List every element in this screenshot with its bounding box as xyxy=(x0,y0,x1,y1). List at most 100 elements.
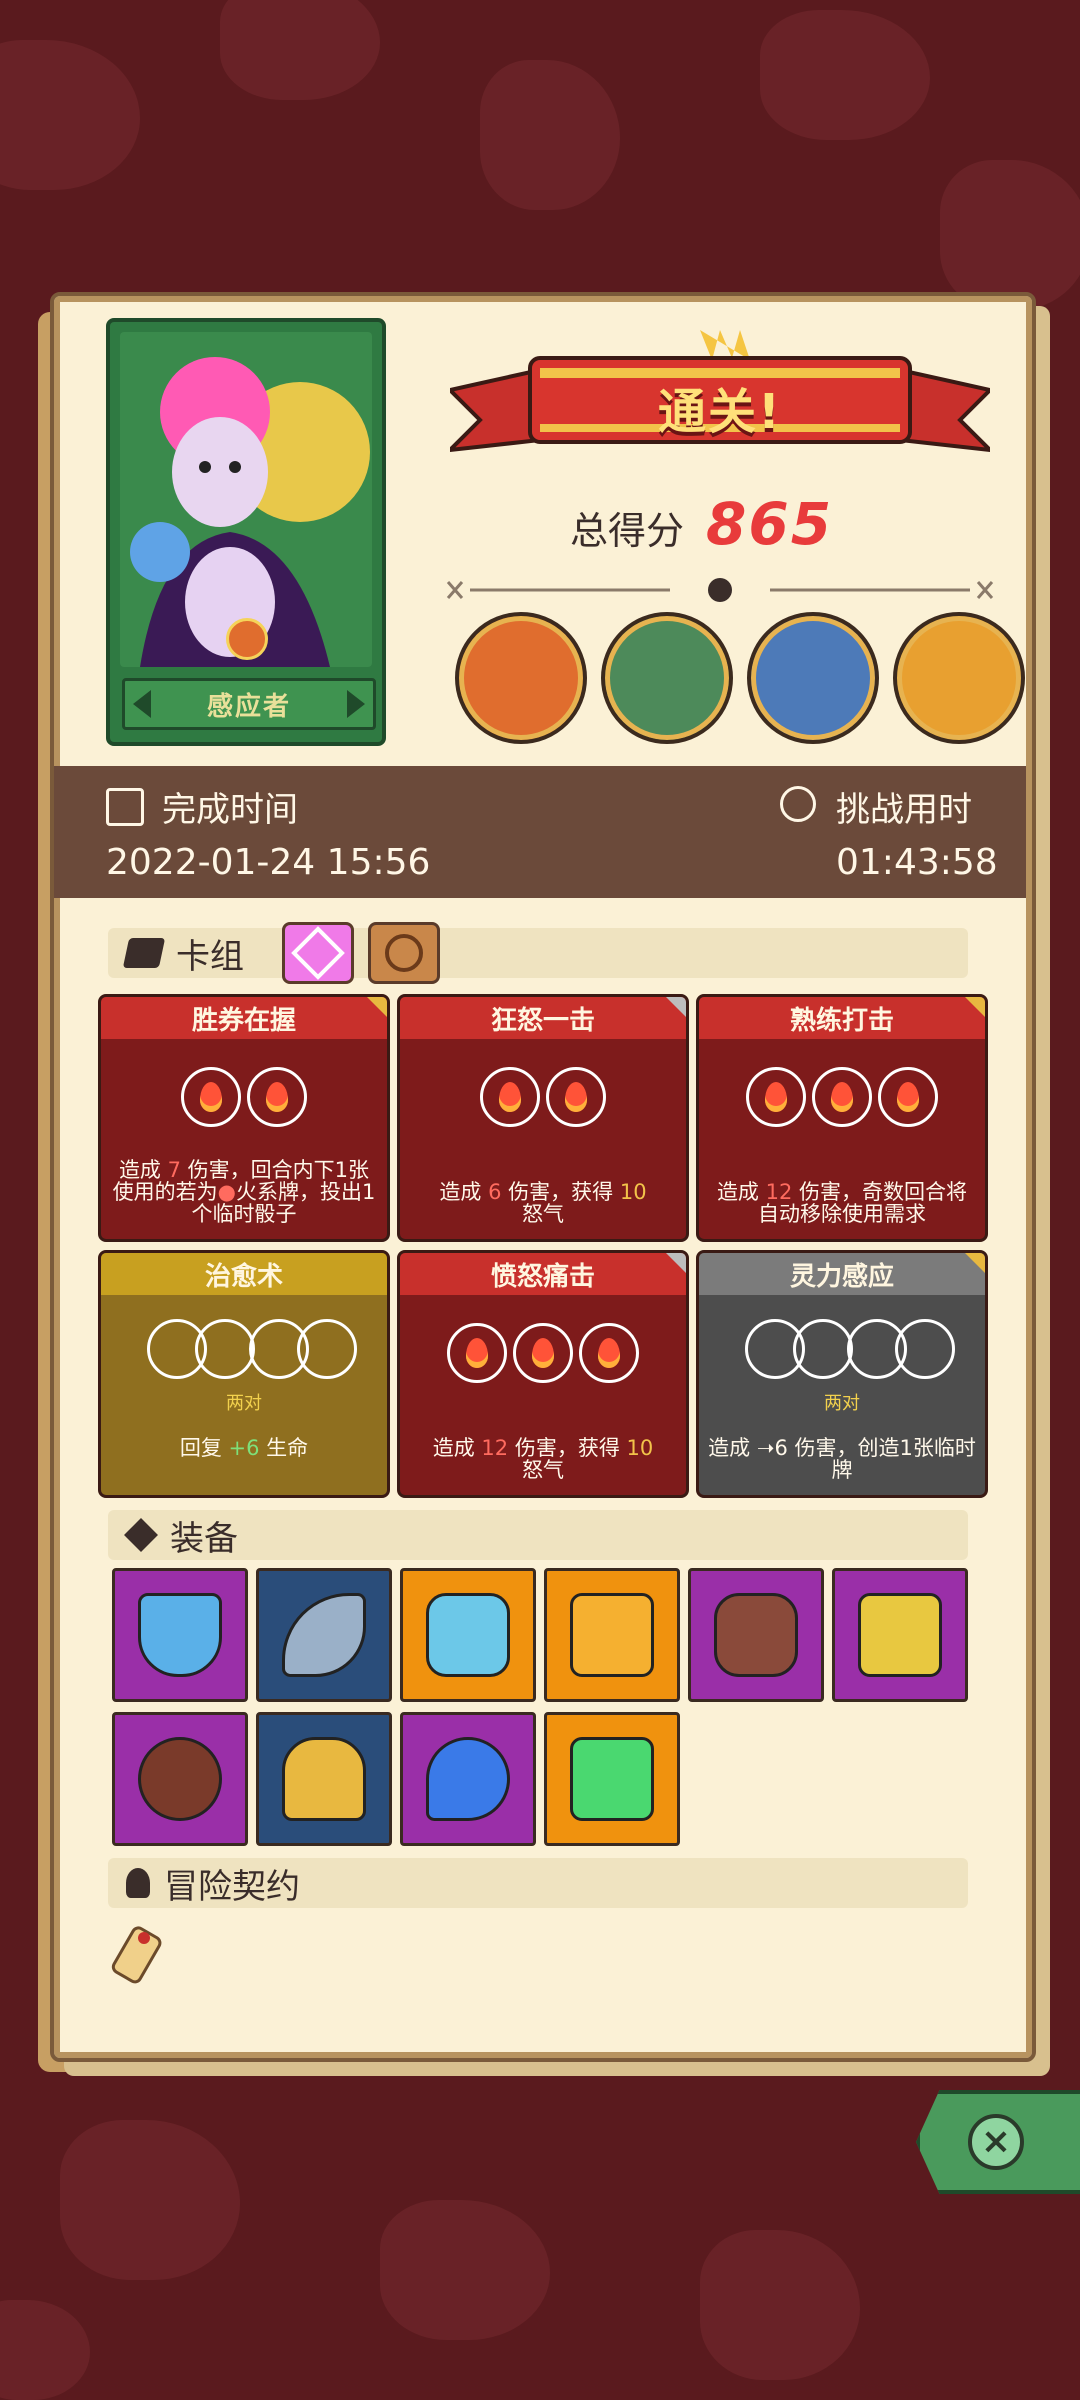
complete-time-label: 完成时间 xyxy=(162,790,298,830)
boss-list xyxy=(455,612,1025,744)
equip-slot[interactable] xyxy=(544,1712,680,1846)
sword-icon: ➝ xyxy=(756,1436,775,1460)
score-value: 865 xyxy=(706,490,834,558)
fire-energy-icon xyxy=(181,1067,241,1127)
damage-value: 12 xyxy=(481,1436,509,1460)
class-emblem-icon xyxy=(226,618,268,660)
contract-title: 冒险契约 xyxy=(164,1866,300,1907)
fire-stone-icon xyxy=(714,1593,798,1677)
person-icon xyxy=(126,1868,150,1898)
fire-energy-icon xyxy=(746,1067,806,1127)
equipment-header: 装备 xyxy=(108,1510,968,1560)
rage-value: 10 xyxy=(619,1180,647,1204)
fire-icon: ● xyxy=(217,1180,236,1204)
card-zhiyu[interactable]: 治愈术 两对 回复 +6 生命 xyxy=(98,1250,390,1498)
equip-slot[interactable] xyxy=(832,1568,968,1702)
victory-banner: 通关! xyxy=(444,330,996,470)
cyclops-boss-icon[interactable] xyxy=(455,612,587,744)
requirement-label: 两对 xyxy=(824,1393,860,1414)
box-icon xyxy=(124,1518,158,1552)
hero-name-bar: 感应者 xyxy=(122,678,376,730)
dice-filter-brown-icon[interactable] xyxy=(368,922,440,984)
die-slot-icon xyxy=(895,1319,955,1379)
challenge-time-value: 01:43:58 xyxy=(836,842,998,883)
close-icon: × xyxy=(968,2114,1024,2170)
dice-filter-pink-icon[interactable] xyxy=(282,922,354,984)
damage-value: 12 xyxy=(765,1180,793,1204)
rage-value: 10 xyxy=(626,1436,654,1460)
victory-text: 通关! xyxy=(658,384,782,440)
die-slot-icon xyxy=(297,1319,357,1379)
complete-time-value: 2022-01-24 15:56 xyxy=(106,842,431,883)
equip-slot[interactable] xyxy=(112,1712,248,1846)
dice-requirement xyxy=(249,1319,357,1379)
card-description: 造成 12 伤害，获得 10 怒气 xyxy=(432,1436,654,1482)
damage-value: 6 xyxy=(488,1180,502,1204)
card-title: 治愈术 xyxy=(101,1253,387,1295)
card-description: 造成 7 伤害，回合内下1张使用的若为●火系牌，投出1个临时骰子 xyxy=(112,1158,376,1226)
green-die-icon xyxy=(570,1737,654,1821)
card-fennu[interactable]: 愤怒痛击 造成 12 伤害，获得 10 怒气 xyxy=(397,1250,689,1498)
prev-arrow-icon[interactable] xyxy=(133,690,151,718)
boss-divider xyxy=(440,578,1000,602)
fire-energy-icon xyxy=(480,1067,540,1127)
hero-card[interactable]: 感应者 xyxy=(106,318,386,746)
equipment-title: 装备 xyxy=(170,1518,238,1559)
card-description: 造成 12 伤害，奇数回合将自动移除使用需求 xyxy=(716,1180,968,1226)
equip-slot[interactable] xyxy=(400,1568,536,1702)
damage-value: 6 xyxy=(774,1436,788,1460)
card-shengquan[interactable]: 胜券在握 造成 7 伤害，回合内下1张使用的若为●火系牌，投出1个临时骰子 xyxy=(98,994,390,1242)
close-button[interactable]: × xyxy=(916,2090,1080,2194)
button-icon xyxy=(138,1737,222,1821)
scroll-icon[interactable] xyxy=(104,1920,168,1996)
golden-die-icon xyxy=(858,1593,942,1677)
scythe-icon xyxy=(282,1593,366,1677)
fire-energy-icon xyxy=(546,1067,606,1127)
fire-energy-icon xyxy=(812,1067,872,1127)
card-title: 灵力感应 xyxy=(699,1253,985,1295)
card-title: 愤怒痛击 xyxy=(400,1253,686,1295)
energy-cost xyxy=(400,1323,686,1383)
card-description: 造成 6 伤害，获得 10 怒气 xyxy=(439,1180,647,1226)
score-label: 总得分 xyxy=(570,509,685,553)
blue-flame-icon xyxy=(426,1737,510,1821)
card-body: 造成 12 伤害，获得 10 怒气 xyxy=(400,1295,686,1495)
stopwatch-icon xyxy=(780,786,816,822)
cards-icon xyxy=(122,938,166,968)
energy-cost xyxy=(699,1067,985,1127)
calendar-icon xyxy=(106,788,144,826)
time-band: 完成时间 2022-01-24 15:56 挑战用时 01:43:58 xyxy=(54,766,1026,898)
fire-energy-icon xyxy=(447,1323,507,1383)
card-lingli[interactable]: 灵力感应 两对 造成 ➝6 伤害，创造1张临时牌 xyxy=(696,1250,988,1498)
equip-slot[interactable] xyxy=(544,1568,680,1702)
card-kuangnu[interactable]: 狂怒一击 造成 6 伤害，获得 10 怒气 xyxy=(397,994,689,1242)
orc-boss-icon[interactable] xyxy=(601,612,733,744)
next-arrow-icon[interactable] xyxy=(346,690,365,718)
damage-value: 7 xyxy=(167,1158,181,1182)
challenge-time-label: 挑战用时 xyxy=(836,790,972,830)
dice-requirement xyxy=(745,1319,853,1379)
card-title: 熟练打击 xyxy=(699,997,985,1039)
card-body: 两对 回复 +6 生命 xyxy=(101,1295,387,1495)
deck-title: 卡组 xyxy=(176,936,244,977)
equip-slot[interactable] xyxy=(112,1568,248,1702)
energy-cost xyxy=(400,1067,686,1127)
card-body: 造成 12 伤害，奇数回合将自动移除使用需求 xyxy=(699,1039,985,1239)
card-title: 狂怒一击 xyxy=(400,997,686,1039)
card-description: 造成 ➝6 伤害，创造1张临时牌 xyxy=(708,1436,976,1482)
equip-slot[interactable] xyxy=(256,1712,392,1846)
card-body: 造成 7 伤害，回合内下1张使用的若为●火系牌，投出1个临时骰子 xyxy=(101,1039,387,1239)
equip-slot[interactable] xyxy=(256,1568,392,1702)
fire-energy-icon xyxy=(579,1323,639,1383)
card-title: 胜券在握 xyxy=(101,997,387,1039)
equip-slot[interactable] xyxy=(688,1568,824,1702)
fire-demon-boss-icon[interactable] xyxy=(893,612,1025,744)
die-slot-icon xyxy=(195,1319,255,1379)
equip-slot[interactable] xyxy=(400,1712,536,1846)
dice-requirement xyxy=(847,1319,955,1379)
dice-requirement xyxy=(147,1319,255,1379)
card-body: 两对 造成 ➝6 伤害，创造1张临时牌 xyxy=(699,1295,985,1495)
card-shulian[interactable]: 熟练打击 造成 12 伤害，奇数回合将自动移除使用需求 xyxy=(696,994,988,1242)
fish-boss-icon[interactable] xyxy=(747,612,879,744)
shield-icon xyxy=(138,1593,222,1677)
